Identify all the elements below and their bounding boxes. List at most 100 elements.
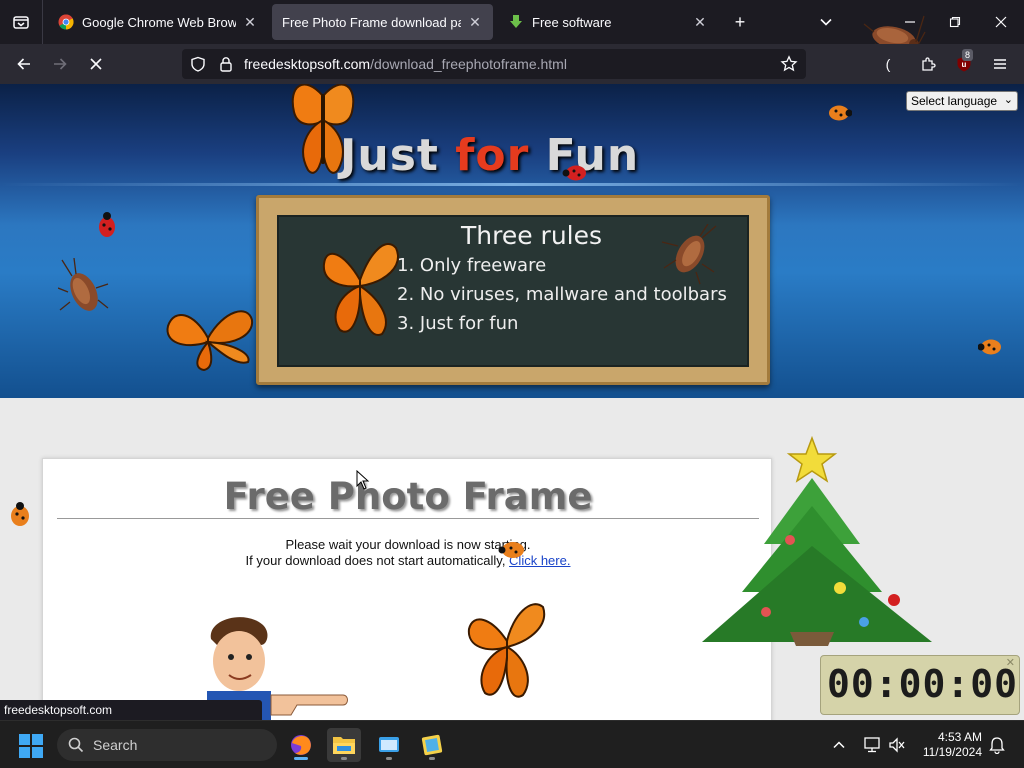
close-tab-icon[interactable]: ✕ (692, 14, 708, 30)
close-icon[interactable]: ✕ (1006, 656, 1015, 669)
rule-item: 2. No viruses, mallware and toolbars (397, 284, 727, 305)
close-tab-icon[interactable]: ✕ (467, 14, 483, 30)
url-domain: freedesktopsoft.com (244, 56, 371, 72)
ladybug-icon (11, 502, 29, 526)
christmas-tree-icon (702, 436, 932, 646)
puzzle-piece-icon (922, 57, 936, 71)
green-download-arrow-icon (510, 15, 522, 28)
tab-title: Free Photo Frame download page. (282, 14, 461, 30)
back-button[interactable] (10, 50, 38, 78)
ladybug-icon (99, 212, 115, 237)
tab-title: Google Chrome Web Browser (82, 14, 236, 30)
lock-icon[interactable] (218, 56, 234, 72)
tab-google-chrome[interactable]: Google Chrome Web Browser ✕ (48, 4, 268, 40)
search-icon (68, 737, 84, 753)
show-hidden-icons-button[interactable] (822, 728, 856, 762)
ublock-count-badge: 8 (962, 49, 974, 61)
stop-x-icon (90, 58, 102, 70)
extension-button[interactable]: ( (874, 50, 902, 78)
divider (42, 0, 43, 44)
chrome-icon (58, 14, 74, 30)
tab-title: Free software (532, 14, 612, 30)
arrow-right-icon (54, 58, 67, 70)
running-indicator (294, 757, 308, 760)
app-window-icon (379, 737, 399, 752)
taskbar-app[interactable] (372, 728, 406, 762)
tab-manager-icon (13, 16, 29, 29)
list-all-tabs-button[interactable] (0, 0, 42, 44)
taskbar-app[interactable] (415, 728, 449, 762)
language-select-value: Select language (911, 94, 998, 108)
bookmark-star-icon[interactable] (780, 55, 798, 73)
search-label: Search (93, 737, 138, 753)
app-menu-button[interactable] (986, 50, 1014, 78)
tab-free-photo-frame[interactable]: Free Photo Frame download page. ✕ (272, 4, 493, 40)
rule-item: 3. Just for fun (397, 313, 519, 334)
ladybug-icon (978, 339, 1001, 355)
taskbar-firefox[interactable] (284, 728, 318, 762)
hamburger-menu-icon (994, 59, 1006, 69)
close-tab-icon[interactable]: ✕ (242, 14, 258, 30)
url-path: /download_freephotoframe.html (370, 56, 567, 72)
running-indicator (429, 757, 435, 760)
folder-icon (333, 737, 355, 754)
language-select[interactable]: Select language ⌄ (906, 91, 1018, 111)
download-content-card: Free Photo Frame Please wait your downlo… (42, 458, 772, 720)
mouse-cursor-icon (356, 470, 370, 490)
tab-free-software[interactable]: Free software ✕ (498, 4, 718, 40)
close-icon (995, 16, 1007, 28)
download-wait-text: Please wait your download is now startin… (285, 537, 531, 552)
butterfly-icon (322, 242, 399, 336)
plus-icon: + (734, 11, 746, 32)
firefox-icon (291, 735, 311, 755)
web-page: Just for Fun Select language ⌄ Three rul… (0, 84, 1024, 720)
butterfly-icon (166, 310, 254, 372)
chevron-up-icon (833, 741, 845, 749)
speaker-muted-icon (889, 737, 905, 753)
arrow-left-icon (17, 58, 30, 70)
forward-button[interactable] (46, 50, 74, 78)
clock-date: 11/19/2024 (922, 745, 982, 759)
restore-button[interactable] (941, 8, 969, 36)
site-title-for: for (455, 130, 530, 181)
photo-app-icon (421, 734, 443, 756)
running-indicator (386, 757, 392, 760)
cockroach-icon (58, 258, 109, 311)
fallback-message: If your download does not start automati… (245, 553, 510, 568)
link-status-bar: freedesktopsoft.com (0, 700, 262, 720)
desktop-clock-widget[interactable]: 00:00:00 ✕ (820, 655, 1020, 715)
heading-divider (57, 518, 759, 519)
butterfly-icon (291, 84, 355, 174)
taskbar-search-box[interactable]: Search (57, 729, 277, 761)
taskbar-file-explorer[interactable] (327, 728, 361, 762)
page-heading: Free Photo Frame (223, 475, 593, 518)
site-banner: Just for Fun Select language ⌄ Three rul… (0, 84, 1024, 398)
tab-overflow-button[interactable] (812, 8, 840, 36)
banner-light-stripe (0, 183, 1024, 186)
rule-item: 1. Only freeware (397, 255, 547, 276)
download-fallback-text: If your download does not start automati… (43, 553, 773, 568)
clock-digits: 00:00:00 (827, 662, 1019, 706)
url-text[interactable]: freedesktopsoft.com/download_freephotofr… (244, 56, 567, 72)
windows-taskbar: Search 4:53 AM 11/19/2024 (0, 720, 1024, 768)
clock-time: 4:53 AM (937, 730, 982, 744)
extensions-button[interactable] (914, 50, 942, 78)
chevron-down-icon: ⌄ (1003, 94, 1013, 106)
tracking-protection-shield-icon[interactable] (190, 56, 206, 72)
close-window-button[interactable] (987, 8, 1015, 36)
notifications-button[interactable] (980, 728, 1014, 762)
taskbar-clock[interactable]: 4:53 AM 11/19/2024 (918, 730, 982, 760)
address-bar[interactable]: freedesktopsoft.com/download_freephotofr… (182, 49, 806, 79)
navigation-toolbar: freedesktopsoft.com/download_freephotofr… (0, 44, 1024, 84)
stop-loading-button[interactable] (82, 50, 110, 78)
butterfly-icon (467, 603, 546, 698)
volume-button[interactable] (880, 728, 914, 762)
bell-icon (989, 737, 1005, 754)
site-title: Just for Fun (340, 130, 639, 181)
new-tab-button[interactable]: + (726, 8, 754, 36)
cockroach-icon (661, 224, 717, 285)
restore-icon (949, 16, 961, 28)
ladybug-icon (562, 165, 586, 181)
windows-start-icon[interactable] (18, 733, 44, 759)
ladybug-icon (498, 542, 524, 558)
